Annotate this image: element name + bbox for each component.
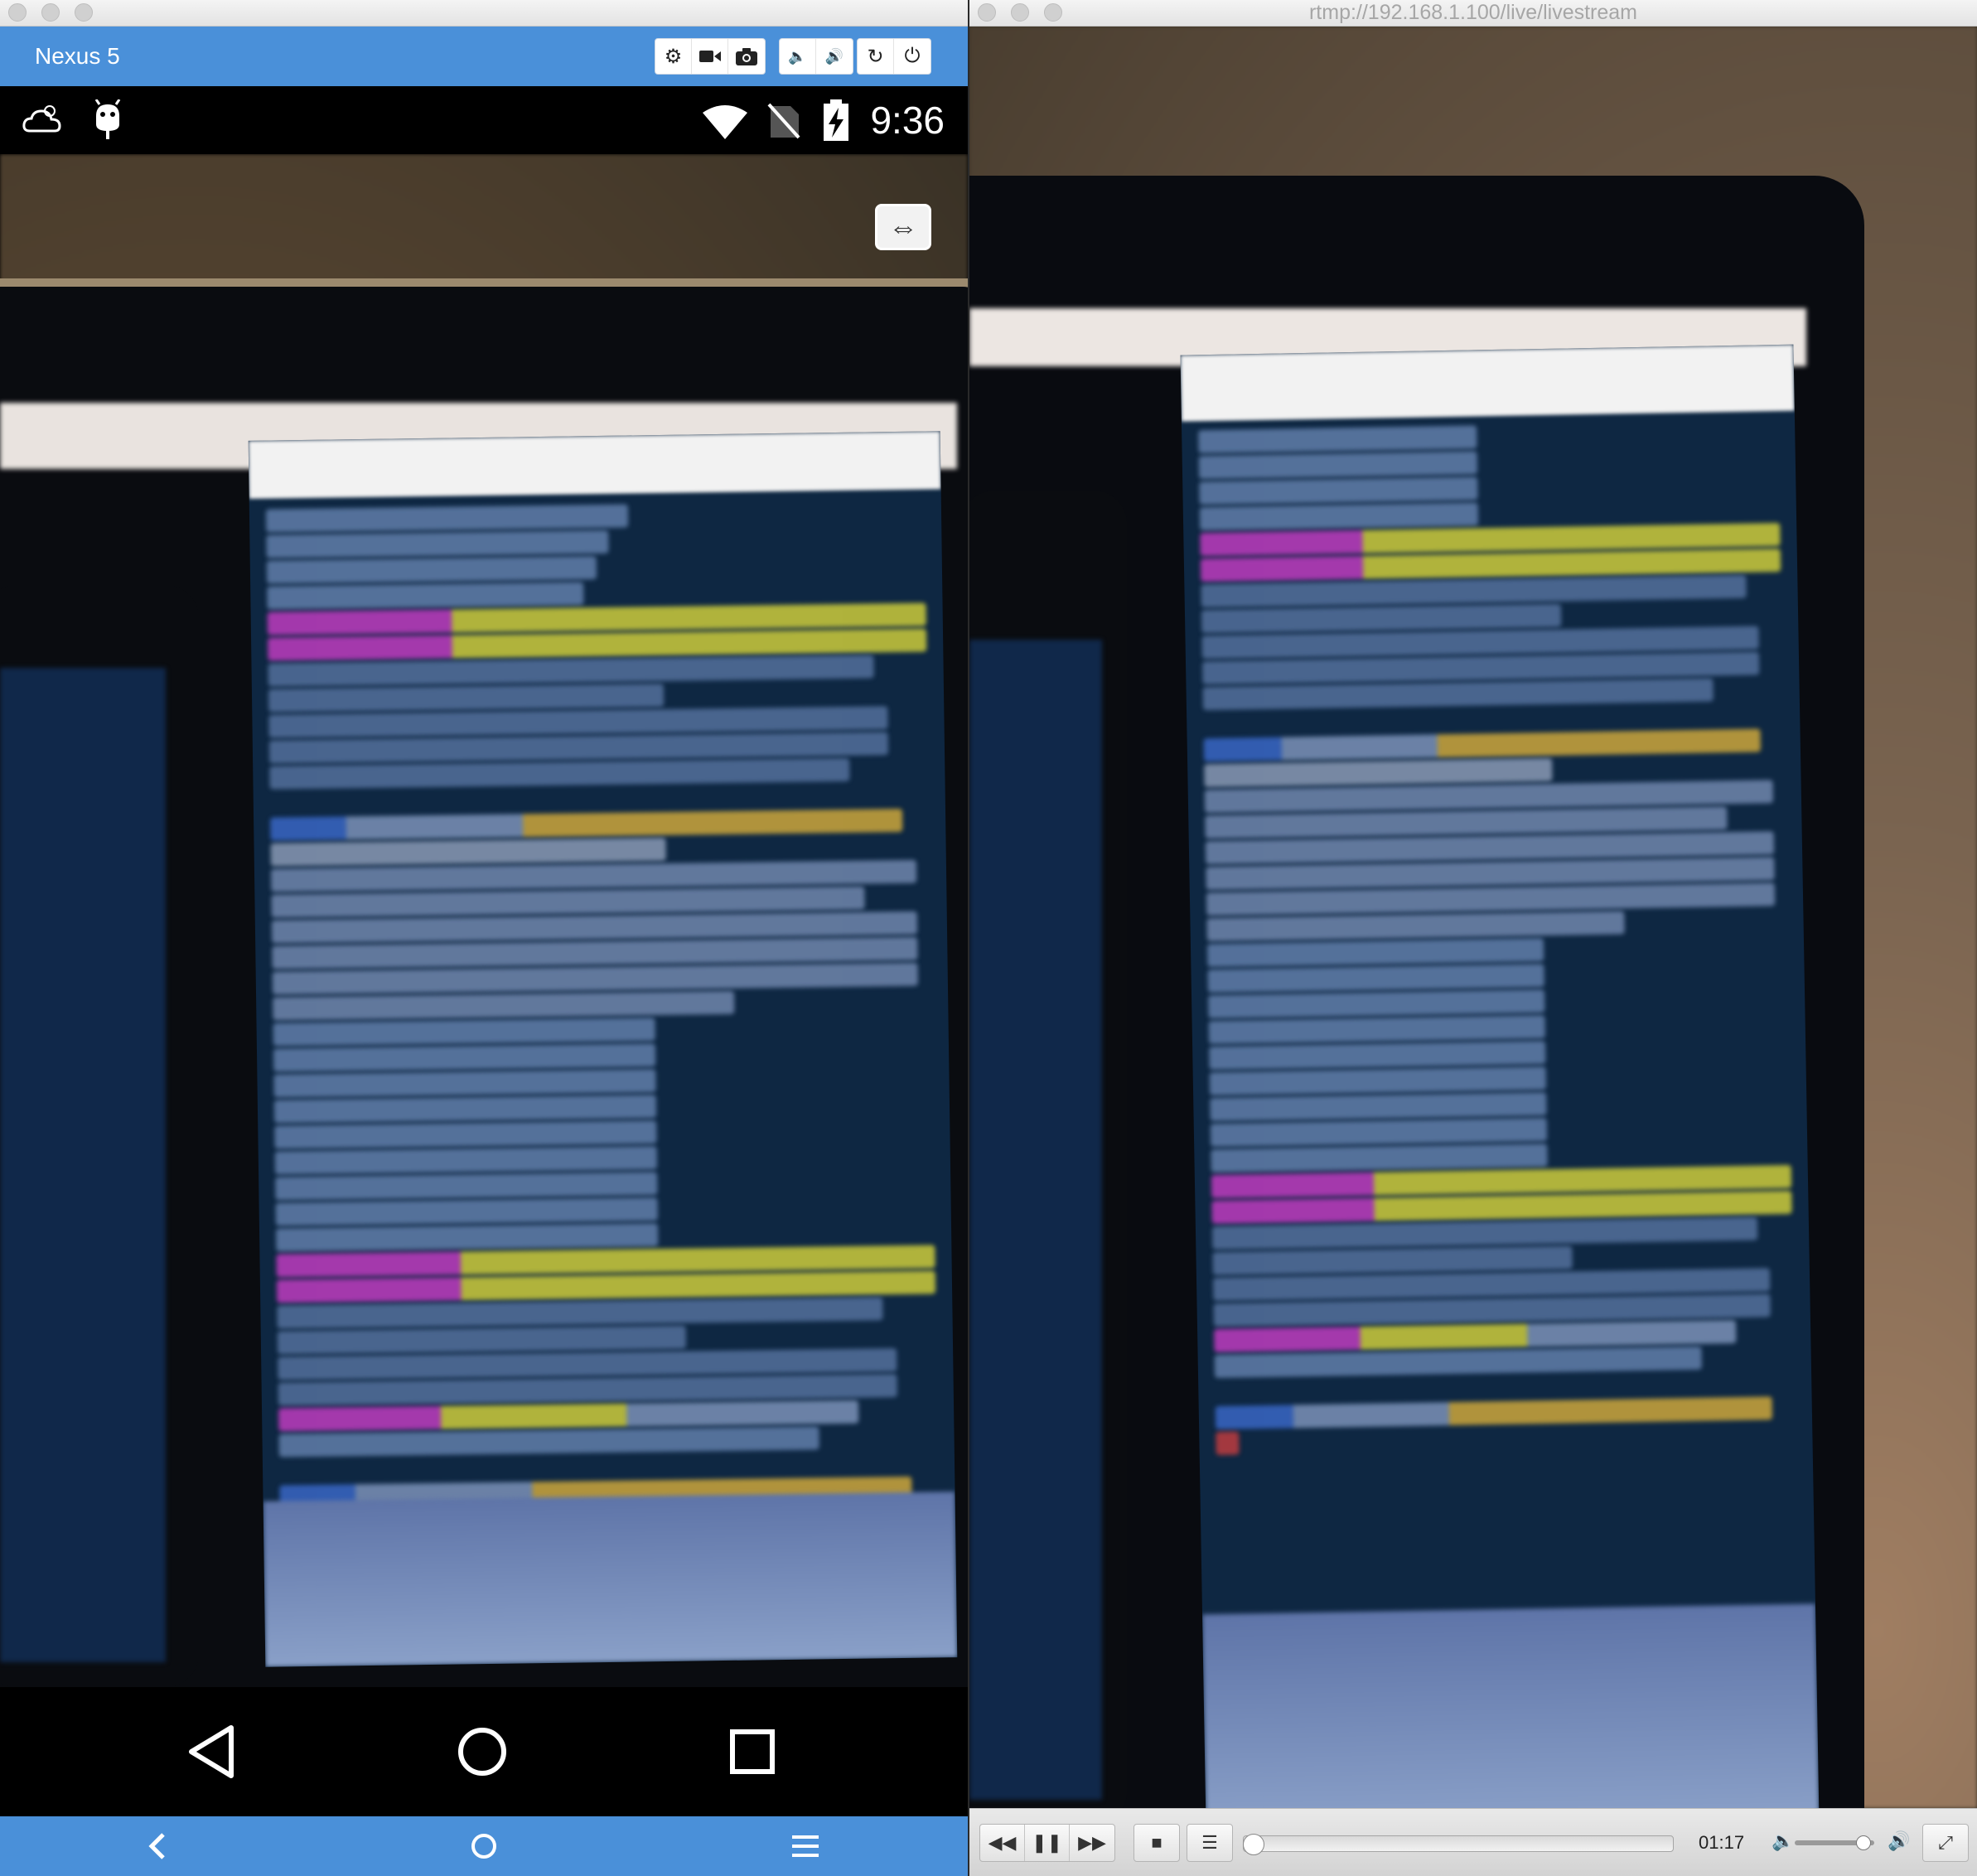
emulator-bottom-bar <box>0 1816 968 1876</box>
playlist-icon: ☰ <box>1201 1832 1218 1853</box>
terminal-output <box>1182 411 1813 1465</box>
terminal-titlebar <box>1180 344 1795 422</box>
video-camera-icon <box>698 51 721 62</box>
menu-icon <box>792 1835 819 1857</box>
weather-icon <box>22 105 61 133</box>
player-window: rtmp://192.168.1.100/live/livestream ◀◀ … <box>969 0 1977 1876</box>
emulator-window: Nexus 5 ⚙ 🔈 🔊 ↻ ⏻ 9:36 ⇔ <box>0 0 968 1876</box>
fast-forward-icon: ▶▶ <box>1078 1832 1106 1853</box>
playlist-group: ☰ <box>1187 1824 1233 1862</box>
toolbar-group-volume: 🔈 🔊 <box>779 38 853 75</box>
switch-camera-button[interactable]: ⇔ <box>875 204 931 250</box>
player-titlebar: rtmp://192.168.1.100/live/livestream <box>969 0 1977 27</box>
player-controls: ◀◀ ❚❚ ▶▶ ■ ☰ 01:17 🔈 🔊 ⤢ <box>969 1808 1977 1876</box>
rotate-icon: ↻ <box>867 45 884 68</box>
emulator-titlebar <box>0 0 968 27</box>
emulator-toolbar: Nexus 5 ⚙ 🔈 🔊 ↻ ⏻ <box>0 27 968 86</box>
seek-bar[interactable] <box>1243 1835 1674 1852</box>
circle-icon <box>471 1834 496 1859</box>
device-name: Nexus 5 <box>35 43 120 69</box>
video-stream[interactable] <box>969 27 1977 1808</box>
stop-icon: ■ <box>1151 1832 1163 1853</box>
inner-laptop-screen <box>969 640 1102 1800</box>
window-title: rtmp://192.168.1.100/live/livestream <box>1308 1 1638 24</box>
fast-forward-button[interactable]: ▶▶ <box>1070 1825 1114 1861</box>
seek-knob[interactable] <box>1243 1834 1264 1855</box>
wifi-icon <box>703 105 747 139</box>
camera-preview[interactable]: ⇔ <box>0 154 968 1687</box>
screenshot-button[interactable] <box>728 39 765 74</box>
volume-down-button[interactable]: 🔈 <box>780 39 816 74</box>
nav-recents-button[interactable] <box>686 1687 819 1816</box>
emulator-home-button[interactable] <box>442 1816 525 1876</box>
toolbar-group-power: ↻ ⏻ <box>857 38 931 75</box>
terminal-output <box>249 489 956 1545</box>
rewind-button[interactable]: ◀◀ <box>980 1825 1025 1861</box>
volume-max-icon[interactable]: 🔊 <box>1888 1830 1910 1852</box>
volume-up-button[interactable]: 🔊 <box>816 39 853 74</box>
fullscreen-button[interactable]: ⤢ <box>1923 1825 1968 1861</box>
record-video-button[interactable] <box>692 39 728 74</box>
transport-group: ◀◀ ❚❚ ▶▶ <box>979 1824 1115 1862</box>
emulator-back-button[interactable] <box>116 1816 199 1876</box>
back-icon <box>189 1725 234 1778</box>
terminal-titlebar <box>248 431 941 499</box>
terminal-window <box>1180 344 1820 1808</box>
camera-icon <box>736 48 757 65</box>
zoom-window-button[interactable] <box>75 3 93 22</box>
volume-down-icon: 🔈 <box>788 47 807 65</box>
stop-group: ■ <box>1134 1824 1180 1862</box>
home-icon <box>458 1728 506 1776</box>
minimize-window-button[interactable] <box>41 3 60 22</box>
volume-knob[interactable] <box>1856 1835 1872 1850</box>
power-icon: ⏻ <box>904 45 921 67</box>
no-sim-icon <box>767 103 800 139</box>
rewind-icon: ◀◀ <box>988 1832 1017 1853</box>
nav-home-button[interactable] <box>416 1687 549 1816</box>
playback-time: 01:17 <box>1699 1832 1745 1853</box>
stop-button[interactable]: ■ <box>1134 1825 1179 1861</box>
emulator-menu-button[interactable] <box>764 1816 847 1876</box>
terminal-window <box>248 431 958 1667</box>
android-debug-icon <box>94 99 121 139</box>
rotate-button[interactable]: ↻ <box>858 39 894 74</box>
settings-button[interactable]: ⚙ <box>655 39 692 74</box>
status-time: 9:36 <box>870 99 945 142</box>
recents-icon <box>730 1729 775 1774</box>
gear-icon: ⚙ <box>664 45 683 68</box>
volume-mute-icon[interactable]: 🔈 <box>1772 1830 1794 1852</box>
fullscreen-icon: ⤢ <box>1938 1832 1953 1853</box>
playlist-button[interactable]: ☰ <box>1187 1825 1232 1861</box>
pause-icon: ❚❚ <box>1032 1832 1062 1853</box>
fullscreen-group: ⤢ <box>1922 1824 1969 1862</box>
power-button[interactable]: ⏻ <box>894 39 930 74</box>
android-status-bar: 9:36 <box>0 86 968 154</box>
volume-up-icon: 🔊 <box>824 47 844 65</box>
chevron-left-icon <box>148 1833 165 1859</box>
close-window-button[interactable] <box>8 3 27 22</box>
battery-charging-icon <box>824 99 848 141</box>
toolbar-group-capture: ⚙ <box>655 38 766 75</box>
inner-laptop-screen <box>0 668 166 1662</box>
desktop-background <box>1202 1603 1820 1808</box>
pause-button[interactable]: ❚❚ <box>1025 1825 1070 1861</box>
android-nav-bar <box>0 1687 968 1816</box>
switch-camera-icon: ⇔ <box>888 210 918 244</box>
nav-back-button[interactable] <box>145 1687 278 1816</box>
desktop-background <box>263 1492 958 1667</box>
